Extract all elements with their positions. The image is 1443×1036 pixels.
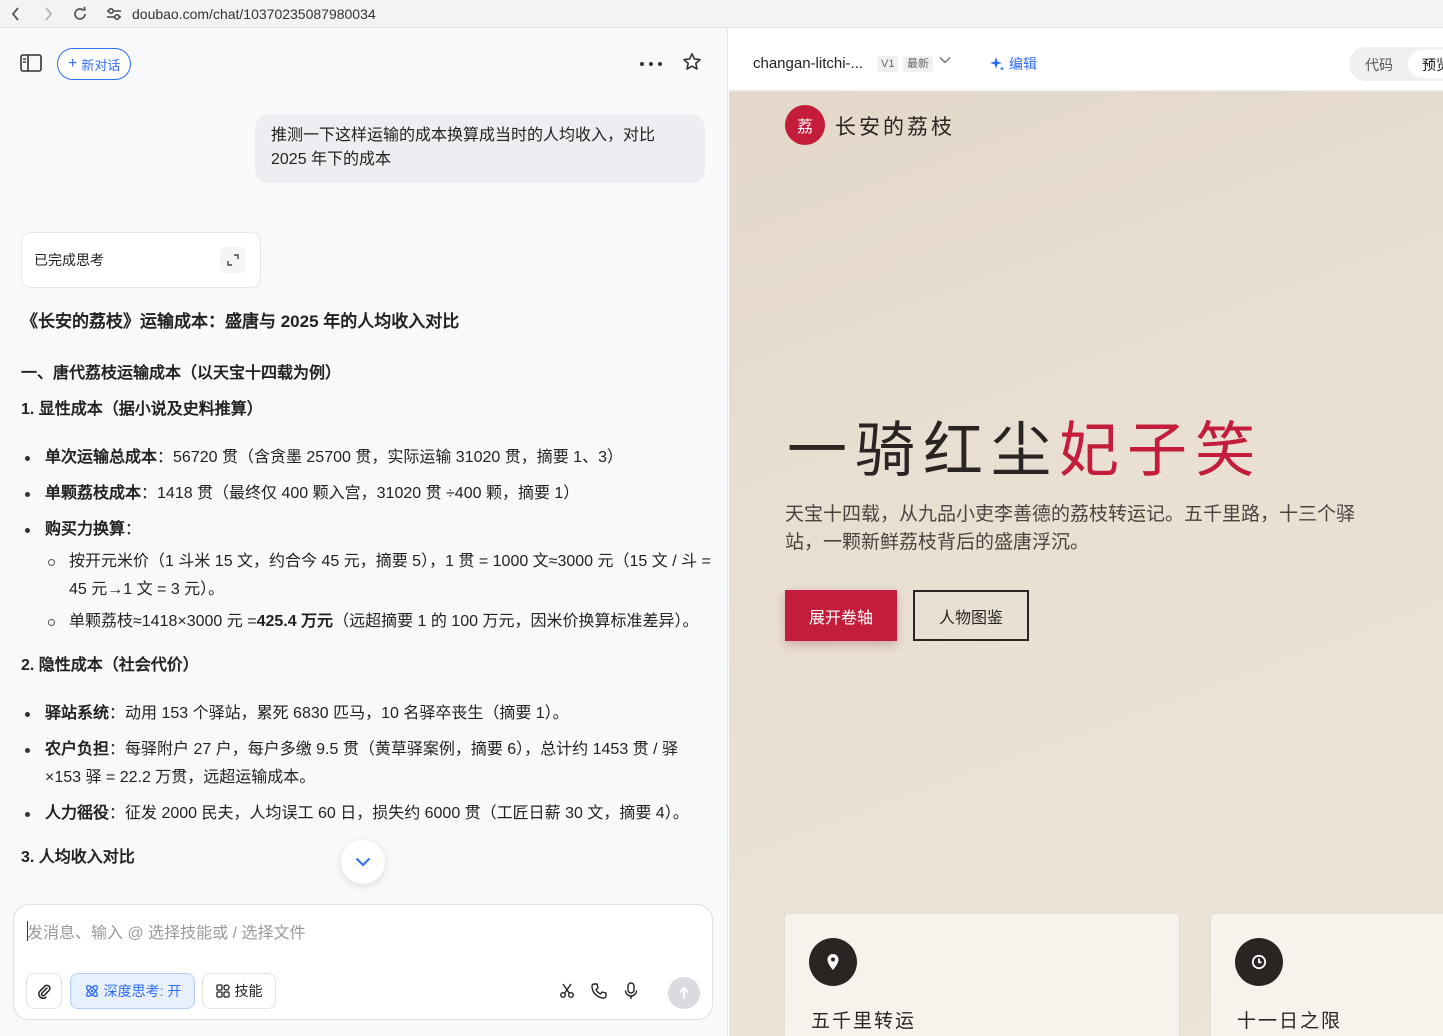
hero-title-red: 妃子笑: [1059, 416, 1263, 486]
message-input[interactable]: 发消息、输入 @ 选择技能或 / 选择文件: [27, 919, 305, 943]
file-name[interactable]: changan-litchi-...: [753, 55, 863, 72]
phone-icon[interactable]: [589, 981, 609, 1001]
microphone-icon[interactable]: [621, 981, 641, 1001]
sidebar-toggle-icon[interactable]: [20, 54, 42, 74]
character-gallery-button[interactable]: 人物图鉴: [913, 590, 1029, 641]
chevron-down-icon: [355, 857, 371, 867]
reload-button[interactable]: [64, 0, 96, 28]
feature-title: 五千里转运: [811, 1010, 917, 1032]
preview-toolbar: changan-litchi-... V1 最新 编辑 代码 预览: [729, 28, 1443, 91]
feature-card[interactable]: 五千里转运: [785, 914, 1179, 1036]
cost-list: 单次运输总成本：56720 贯（含贪墨 25700 贯，实际运输 31020 贯…: [21, 444, 711, 636]
social-cost-list: 驿站系统：动用 153 个驿站，累死 6830 匹马，10 名驿卒丧生（摘要 1…: [21, 700, 711, 828]
latest-badge: 最新: [903, 56, 933, 72]
list-sub-item: 单颗荔枝≈1418×3000 元 =425.4 万元（远超摘要 1 的 100 …: [21, 608, 711, 636]
tab-preview[interactable]: 预览: [1408, 50, 1443, 78]
scissors-icon[interactable]: [557, 981, 577, 1001]
new-chat-button[interactable]: + 新对话: [57, 48, 132, 80]
item-text: ：动用 153 个驿站，累死 6830 匹马，10 名驿卒丧生（摘要 1）。: [109, 705, 569, 722]
subsection-heading: 1. 显性成本（据小说及史料推算）: [21, 401, 263, 418]
skills-button[interactable]: 技能: [202, 973, 276, 1009]
user-message: 推测一下这样运输的成本换算成当时的人均收入，对比 2025 年下的成本: [255, 114, 705, 183]
feature-card[interactable]: 十一日之限: [1211, 914, 1443, 1036]
list-item: 单次运输总成本：56720 贯（含贪墨 25700 贯，实际运输 31020 贯…: [21, 444, 711, 472]
item-text: ：: [125, 521, 142, 538]
version-badge: V1: [877, 56, 899, 72]
item-text: ：56720 贯（含贪墨 25700 贯，实际运输 31020 贯，摘要 1、3…: [157, 449, 623, 466]
item-key: 农户负担: [45, 741, 110, 758]
url-text: doubao.com/chat/10370235087980034: [132, 5, 376, 22]
grid-icon: [215, 984, 230, 998]
message-composer: 发消息、输入 @ 选择技能或 / 选择文件 深度思考: 开 技能: [13, 904, 713, 1020]
site-preview: 荔 长安的荔枝 一骑红尘妃子笑 天宝十四载，从九品小吏李善德的荔枝转运记。五千里…: [729, 92, 1443, 1036]
item-text: 单颗荔枝≈1418×3000 元 =: [69, 613, 257, 630]
item-key: 单颗荔枝成本: [45, 485, 142, 502]
chevron-right-icon: [45, 6, 53, 21]
site-name[interactable]: 长安的荔枝: [835, 111, 955, 141]
star-icon[interactable]: [682, 52, 704, 74]
site-logo[interactable]: 荔: [785, 105, 825, 145]
scroll-to-bottom-button[interactable]: [341, 840, 385, 884]
edit-button[interactable]: 编辑: [989, 54, 1037, 74]
chat-pane: + 新对话 推测一下这样运输的成本换算成当时的人均收入，对比 2025 年下的成…: [0, 28, 728, 1036]
list-item: 人力徭役：征发 2000 民夫，人均误工 60 日，损失约 6000 贯（工匠日…: [21, 800, 711, 828]
site-settings-icon[interactable]: [106, 7, 122, 21]
answer-title: 《长安的荔枝》运输成本：盛唐与 2025 年的人均收入对比: [21, 312, 460, 331]
list-item: 农户负担：每驿附户 27 户，每户多缴 9.5 贯（黄草驿案例，摘要 6），总计…: [21, 736, 711, 792]
hero-title: 一骑红尘妃子笑: [787, 402, 1263, 489]
browser-toolbar: doubao.com/chat/10370235087980034: [0, 0, 1443, 28]
atom-icon: [85, 985, 98, 997]
preview-pane: changan-litchi-... V1 最新 编辑 代码 预览 荔 长安的荔…: [729, 28, 1443, 1036]
location-pin-icon: [809, 938, 857, 986]
list-item: 购买力换算：: [21, 516, 711, 544]
thinking-status-card[interactable]: 已完成思考: [21, 232, 261, 288]
send-button[interactable]: [668, 977, 700, 1009]
list-sub-item: 按开元米价（1 斗米 15 文，约合今 45 元，摘要 5），1 贯 = 100…: [21, 548, 711, 604]
list-item: 驿站系统：动用 153 个驿站，累死 6830 匹马，10 名驿卒丧生（摘要 1…: [21, 700, 711, 728]
assistant-answer: 《长安的荔枝》运输成本：盛唐与 2025 年的人均收入对比 一、唐代荔枝运输成本…: [21, 298, 711, 872]
expand-icon[interactable]: [220, 247, 246, 273]
plus-icon: +: [68, 55, 78, 72]
more-options-icon[interactable]: [640, 54, 662, 74]
clock-icon: [1235, 938, 1283, 986]
address-bar[interactable]: doubao.com/chat/10370235087980034: [106, 0, 376, 28]
chat-header: + 新对话: [0, 28, 727, 100]
reload-icon: [74, 6, 86, 20]
thinking-label: 已完成思考: [34, 252, 104, 268]
edit-label: 编辑: [1009, 56, 1037, 72]
item-highlight: 425.4 万元: [256, 613, 334, 630]
new-chat-label: 新对话: [81, 57, 121, 73]
item-key: 单次运输总成本: [45, 449, 158, 466]
forward-button[interactable]: [32, 0, 64, 28]
item-key: 驿站系统: [45, 705, 110, 722]
arrow-up-icon: [678, 986, 690, 999]
sparkle-icon: [990, 57, 1005, 71]
chevron-left-icon: [11, 6, 19, 21]
deep-think-toggle[interactable]: 深度思考: 开: [70, 973, 195, 1009]
item-key: 人力徭役: [45, 805, 110, 822]
subsection-heading: 2. 隐性成本（社会代价）: [21, 657, 199, 674]
view-switch: 代码 预览: [1349, 47, 1443, 81]
deep-think-label: 深度思考: 开: [103, 983, 182, 999]
hero-title-dark: 一骑红尘: [787, 416, 1059, 486]
item-text: ：每驿附户 27 户，每户多缴 9.5 贯（黄草驿案例，摘要 6），总计约 14…: [45, 741, 679, 786]
back-button[interactable]: [0, 0, 32, 28]
hero-subtitle: 天宝十四载，从九品小吏李善德的荔枝转运记。五千里路，十三个驿站，一颗新鲜荔枝背后…: [785, 503, 1356, 553]
item-text: （远超摘要 1 的 100 万元，因米价换算标准差异）。: [333, 613, 699, 630]
item-text: ：征发 2000 民夫，人均误工 60 日，损失约 6000 贯（工匠日薪 30…: [109, 805, 689, 822]
item-text: ：1418 贯（最终仅 400 颗入宫，31020 贯 ÷400 颗，摘要 1）: [141, 485, 580, 502]
feature-title: 十一日之限: [1237, 1010, 1343, 1032]
paperclip-icon: [38, 984, 51, 999]
skills-label: 技能: [234, 983, 263, 999]
list-item: 单颗荔枝成本：1418 贯（最终仅 400 颗入宫，31020 贯 ÷400 颗…: [21, 480, 711, 508]
item-key: 购买力换算: [45, 521, 126, 538]
unroll-scroll-button[interactable]: 展开卷轴: [785, 590, 897, 641]
tab-code[interactable]: 代码: [1365, 55, 1393, 75]
attach-file-button[interactable]: [26, 973, 62, 1009]
section-heading: 一、唐代荔枝运输成本（以天宝十四载为例）: [21, 365, 342, 382]
chevron-down-icon[interactable]: [939, 56, 951, 64]
